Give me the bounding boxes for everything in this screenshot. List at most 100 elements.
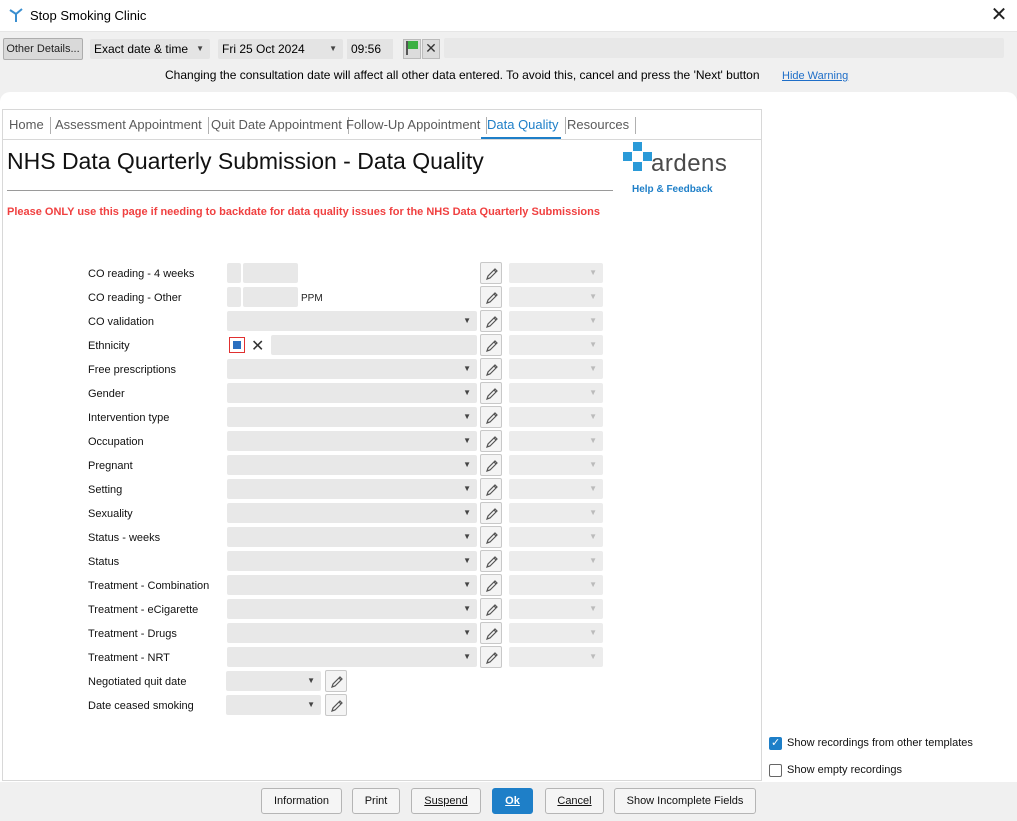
date-mode-value: Exact date & time: [94, 42, 189, 56]
value-input-co-reading-other[interactable]: [243, 287, 298, 307]
tab-assessment-appointment[interactable]: Assessment Appointment: [49, 117, 209, 134]
date-dropdown-negotiated-quit-date[interactable]: ▼: [226, 671, 321, 691]
edit-pencil-icon[interactable]: [480, 646, 502, 668]
date-picker[interactable]: Fri 25 Oct 2024 ▼: [218, 39, 343, 59]
ok-button[interactable]: Ok: [492, 788, 533, 814]
cancel-button[interactable]: Cancel: [545, 788, 604, 814]
help-feedback-link[interactable]: Help & Feedback: [632, 184, 713, 195]
recording-dropdown-status[interactable]: ▼: [509, 551, 603, 571]
recording-dropdown-treatment-ecigarette[interactable]: ▼: [509, 599, 603, 619]
edit-pencil-icon[interactable]: [480, 382, 502, 404]
operator-field[interactable]: [227, 287, 241, 307]
edit-pencil-icon[interactable]: [480, 286, 502, 308]
clear-ethnicity-icon[interactable]: ✕: [251, 336, 264, 356]
toolbar: Other Details... Exact date & time ▼ Fri…: [0, 32, 1017, 92]
dropdown-setting[interactable]: ▼: [227, 479, 477, 499]
recording-dropdown-intervention-type[interactable]: ▼: [509, 407, 603, 427]
dropdown-status[interactable]: ▼: [227, 551, 477, 571]
other-details-button[interactable]: Other Details...: [3, 38, 83, 60]
ethnicity-field[interactable]: [271, 335, 477, 355]
edit-pencil-icon[interactable]: [480, 574, 502, 596]
show-other-templates-checkbox[interactable]: [769, 736, 782, 750]
ardens-logo[interactable]: ardens Help & Feedback: [621, 140, 731, 200]
recording-dropdown-co-reading-4-weeks[interactable]: ▼: [509, 263, 603, 283]
tab-quit-date-appointment[interactable]: Quit Date Appointment: [205, 117, 349, 134]
suspend-button[interactable]: Suspend: [411, 788, 481, 814]
recording-dropdown-co-reading-other[interactable]: ▼: [509, 287, 603, 307]
edit-pencil-icon[interactable]: [480, 406, 502, 428]
flag-button[interactable]: [403, 39, 421, 59]
label-pregnant: Pregnant: [88, 460, 133, 472]
edit-pencil-icon[interactable]: [480, 502, 502, 524]
chevron-down-icon: ▼: [589, 268, 597, 277]
clear-date-button[interactable]: ✕: [422, 39, 440, 59]
main-panel: Home Assessment Appointment Quit Date Ap…: [2, 109, 762, 781]
edit-pencil-icon[interactable]: [480, 550, 502, 572]
recording-dropdown-setting[interactable]: ▼: [509, 479, 603, 499]
information-button[interactable]: Information: [261, 788, 342, 814]
recording-dropdown-treatment-combination[interactable]: ▼: [509, 575, 603, 595]
tab-follow-up-appointment[interactable]: Follow-Up Appointment: [340, 117, 488, 134]
operator-field[interactable]: [227, 263, 241, 283]
tab-resources[interactable]: Resources: [561, 117, 637, 134]
active-tab-indicator: [481, 137, 561, 139]
edit-pencil-icon[interactable]: [480, 598, 502, 620]
dropdown-treatment-nrt[interactable]: ▼: [227, 647, 477, 667]
recording-dropdown-sexuality[interactable]: ▼: [509, 503, 603, 523]
chevron-down-icon: ▼: [463, 436, 471, 445]
ethnicity-checkbox[interactable]: [229, 337, 245, 353]
edit-pencil-icon[interactable]: [480, 358, 502, 380]
dropdown-treatment-combination[interactable]: ▼: [227, 575, 477, 595]
label-free-prescriptions: Free prescriptions: [88, 364, 177, 376]
chevron-down-icon: ▼: [463, 460, 471, 469]
edit-pencil-icon[interactable]: [480, 430, 502, 452]
close-window-icon[interactable]: ✕: [987, 4, 1011, 28]
show-other-templates-label: Show recordings from other templates: [787, 737, 973, 749]
recording-dropdown-co-validation[interactable]: ▼: [509, 311, 603, 331]
edit-pencil-icon[interactable]: [480, 622, 502, 644]
dropdown-gender[interactable]: ▼: [227, 383, 477, 403]
date-info-field: [444, 38, 1004, 58]
hide-warning-link[interactable]: Hide Warning: [782, 70, 848, 82]
date-value: Fri 25 Oct 2024: [222, 42, 305, 56]
chevron-down-icon: ▼: [589, 460, 597, 469]
dropdown-occupation[interactable]: ▼: [227, 431, 477, 451]
recording-dropdown-status-weeks[interactable]: ▼: [509, 527, 603, 547]
date-dropdown-date-ceased-smoking[interactable]: ▼: [226, 695, 321, 715]
value-input-co-reading-4-weeks[interactable]: [243, 263, 298, 283]
show-empty-recordings-checkbox[interactable]: [769, 764, 782, 777]
green-flag-icon: [406, 41, 418, 55]
recording-dropdown-free-prescriptions[interactable]: ▼: [509, 359, 603, 379]
dropdown-treatment-ecigarette[interactable]: ▼: [227, 599, 477, 619]
recording-dropdown-gender[interactable]: ▼: [509, 383, 603, 403]
recording-dropdown-ethnicity[interactable]: ▼: [509, 335, 603, 355]
edit-pencil-icon[interactable]: [480, 454, 502, 476]
recording-dropdown-occupation[interactable]: ▼: [509, 431, 603, 451]
recording-dropdown-pregnant[interactable]: ▼: [509, 455, 603, 475]
dropdown-co-validation[interactable]: ▼: [227, 311, 477, 331]
dropdown-intervention-type[interactable]: ▼: [227, 407, 477, 427]
dropdown-status-weeks[interactable]: ▼: [227, 527, 477, 547]
dropdown-pregnant[interactable]: ▼: [227, 455, 477, 475]
label-co-reading-4-weeks: CO reading - 4 weeks: [88, 268, 195, 280]
tab-bar: Home Assessment Appointment Quit Date Ap…: [3, 110, 761, 140]
dropdown-treatment-drugs[interactable]: ▼: [227, 623, 477, 643]
edit-pencil-icon[interactable]: [325, 670, 347, 692]
edit-pencil-icon[interactable]: [480, 310, 502, 332]
label-status: Status: [88, 556, 120, 568]
edit-pencil-icon[interactable]: [480, 478, 502, 500]
edit-pencil-icon[interactable]: [325, 694, 347, 716]
dropdown-free-prescriptions[interactable]: ▼: [227, 359, 477, 379]
tab-data-quality[interactable]: Data Quality: [481, 117, 566, 134]
dropdown-sexuality[interactable]: ▼: [227, 503, 477, 523]
date-mode-dropdown[interactable]: Exact date & time ▼: [90, 39, 210, 59]
time-field[interactable]: 09:56: [347, 39, 393, 59]
show-incomplete-fields-button[interactable]: Show Incomplete Fields: [614, 788, 756, 814]
recording-dropdown-treatment-drugs[interactable]: ▼: [509, 623, 603, 643]
edit-pencil-icon[interactable]: [480, 526, 502, 548]
tab-home[interactable]: Home: [3, 117, 51, 134]
print-button[interactable]: Print: [352, 788, 400, 814]
recording-dropdown-treatment-nrt[interactable]: ▼: [509, 647, 603, 667]
edit-pencil-icon[interactable]: [480, 262, 502, 284]
edit-pencil-icon[interactable]: [480, 334, 502, 356]
